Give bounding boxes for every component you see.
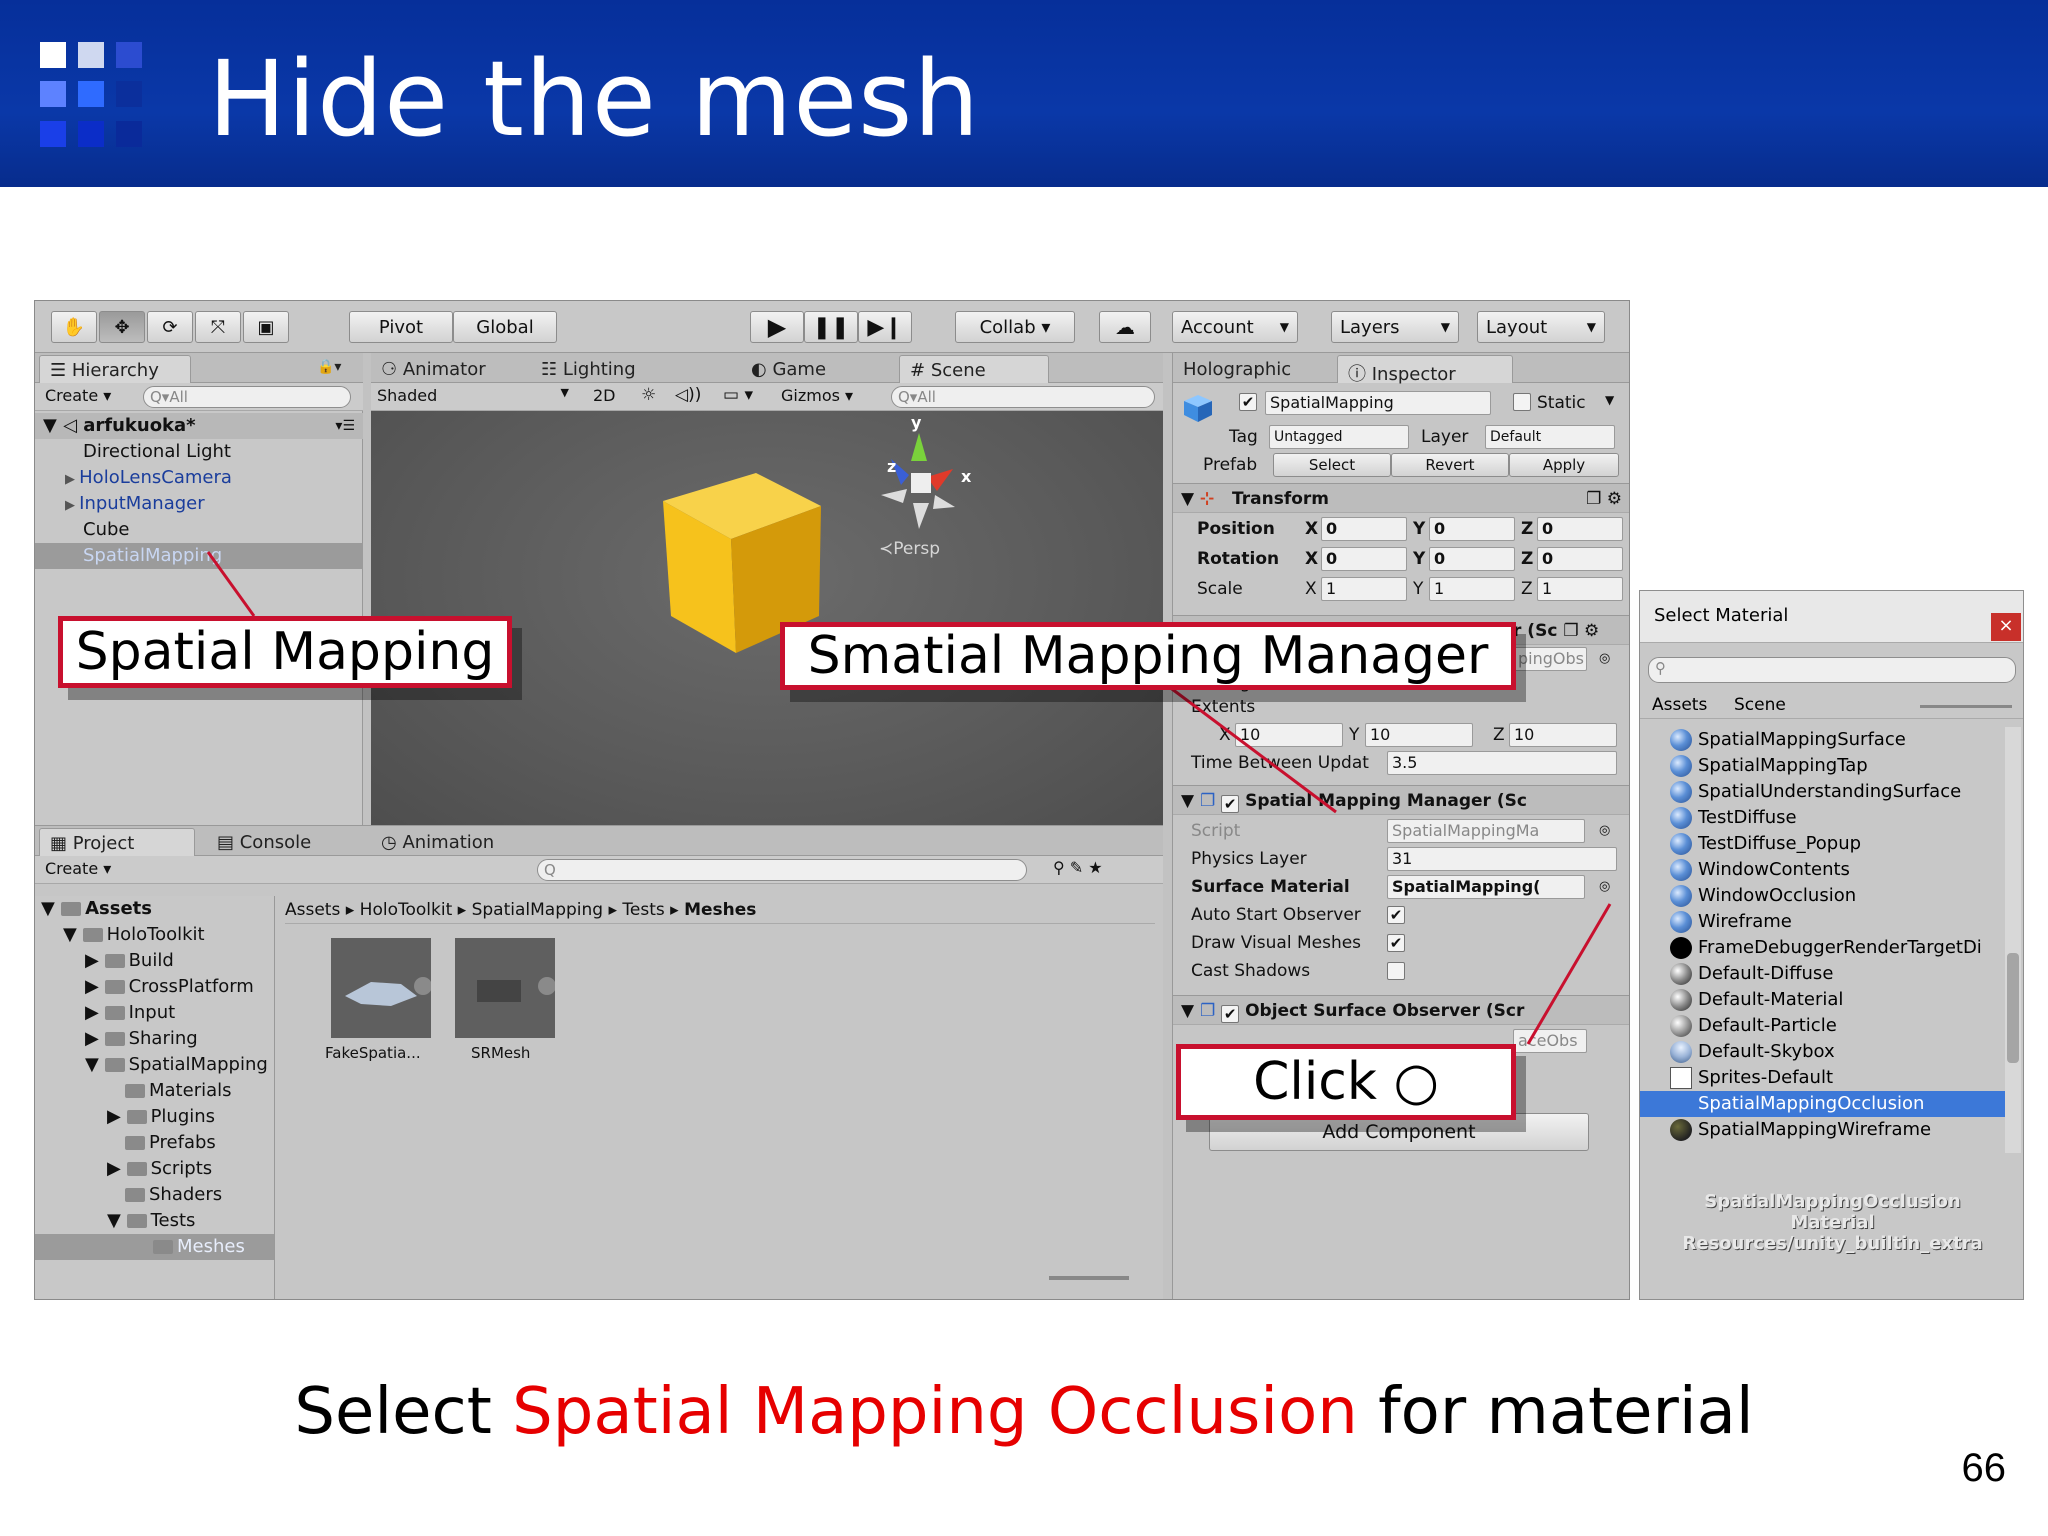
- page-number: 66: [1961, 1446, 2007, 1490]
- slide: Hide the mesh ✋ ✥ ⟳ ⤧ ▣ Pivot Global ▶ ❚…: [0, 0, 2048, 1536]
- callout-spatial-mapping: Spatial Mapping: [58, 616, 512, 688]
- callout-leader-lines: [206, 551, 1612, 1045]
- caption-highlight: Spatial Mapping Occlusion: [512, 1375, 1358, 1449]
- callout-mapping-manager: Smatial Mapping Manager: [780, 622, 1516, 690]
- caption-before: Select: [294, 1375, 513, 1449]
- slide-caption: Select Spatial Mapping Occlusion for mat…: [0, 1375, 2048, 1449]
- callout-click: Click ○: [1176, 1044, 1516, 1120]
- caption-after: for material: [1357, 1375, 1754, 1449]
